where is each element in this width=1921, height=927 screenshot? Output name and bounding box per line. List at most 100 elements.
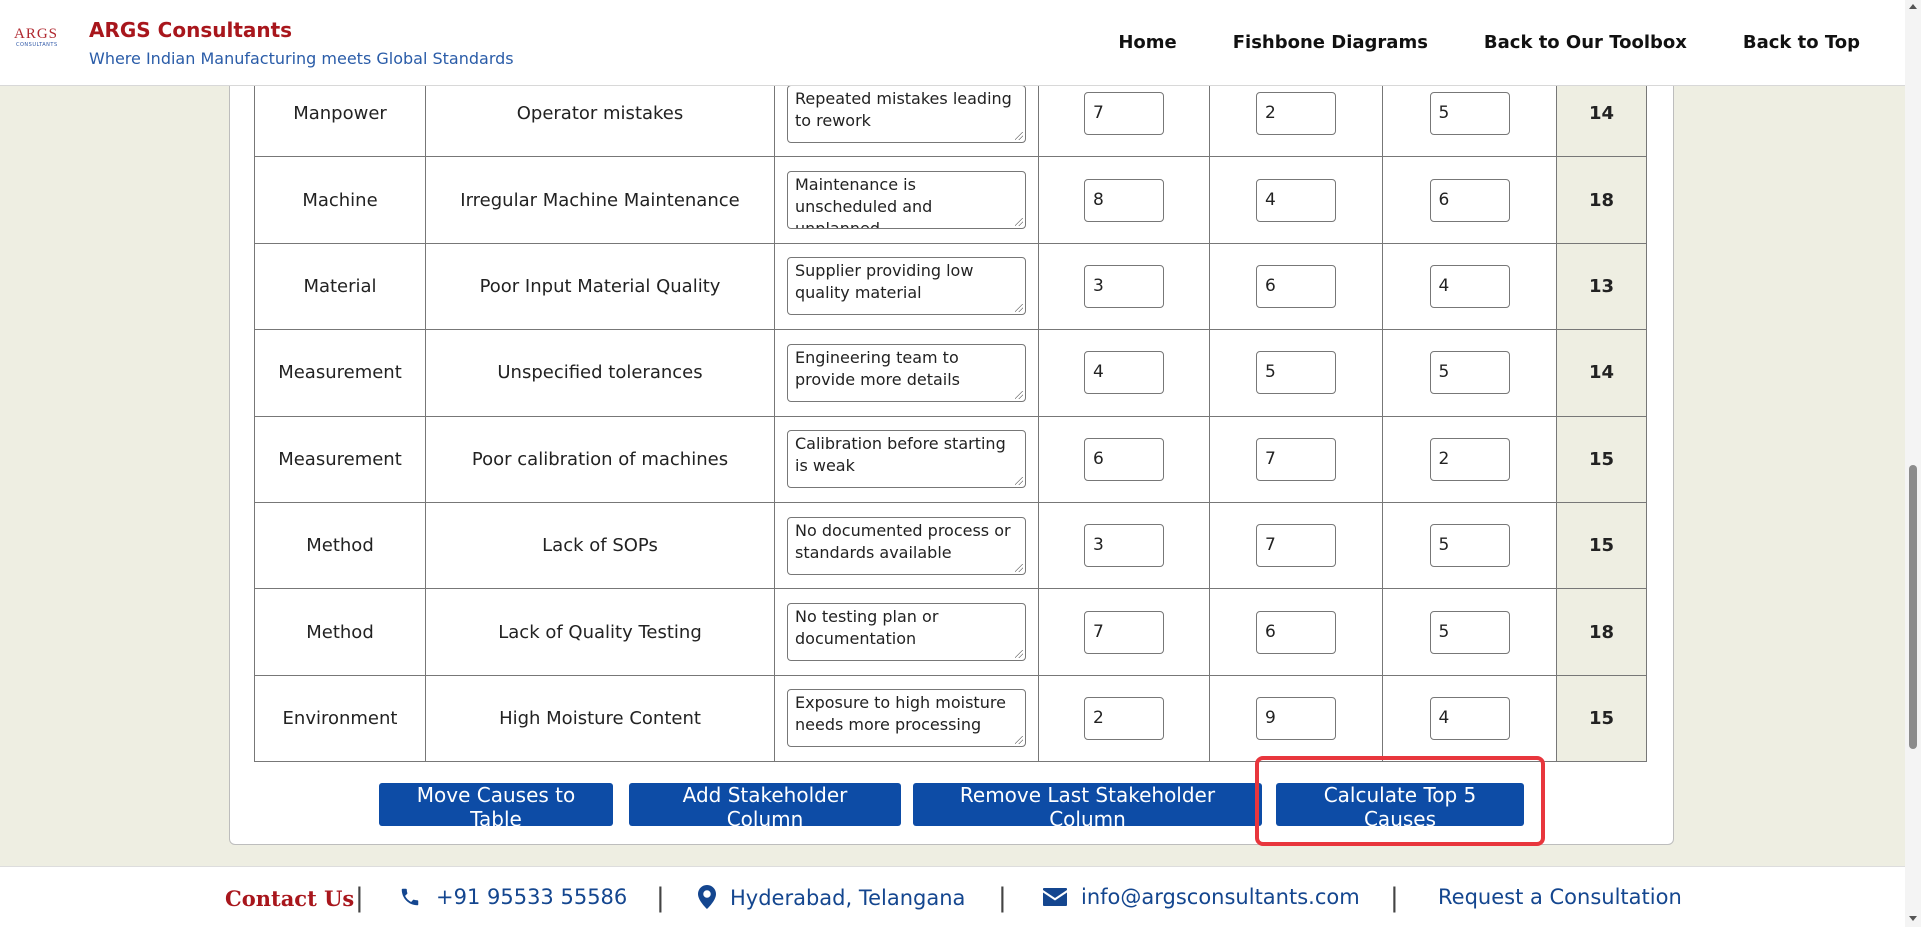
- stakeholder-1-score-input[interactable]: 8: [1084, 178, 1164, 222]
- stakeholder-2-score-input[interactable]: 5: [1256, 351, 1336, 395]
- table-row: Material Poor Input Material Quality Suppl…: [254, 242, 1647, 331]
- category-cell: Environment: [254, 674, 426, 763]
- table-row: Environment High Moisture Content Exposure…: [254, 674, 1647, 763]
- stakeholder-1-score-input[interactable]: 4: [1084, 351, 1164, 395]
- table-row: Machine Irregular Machine Maintenance Main…: [254, 156, 1647, 244]
- stakeholder-1-score-input[interactable]: 3: [1084, 524, 1164, 568]
- location-text: Hyderabad, Telangana: [730, 886, 966, 910]
- stakeholder-3-score-input[interactable]: 2: [1429, 437, 1510, 481]
- total-score-cell: 15: [1556, 415, 1647, 503]
- scroll-thumb[interactable]: [1909, 465, 1917, 749]
- stakeholder-2-score-input[interactable]: 6: [1256, 610, 1336, 654]
- phone-icon: [401, 888, 419, 906]
- email-text: info@argsconsultants.com: [1081, 885, 1360, 909]
- description-textarea[interactable]: No documented process or standards avail…: [787, 516, 1026, 575]
- stakeholder-2-cell: 5: [1209, 329, 1383, 417]
- description-cell: No testing plan or documentation: [774, 588, 1039, 676]
- stakeholder-3-score-input[interactable]: 5: [1429, 351, 1510, 395]
- description-cell: Maintenance is unscheduled and unplanned: [774, 156, 1039, 244]
- stakeholder-2-score-input[interactable]: 2: [1256, 92, 1336, 136]
- stakeholder-1-score-input[interactable]: 2: [1084, 696, 1164, 740]
- stakeholder-2-cell: 7: [1209, 415, 1383, 503]
- separator: |: [355, 883, 364, 913]
- stakeholder-1-cell: 4: [1038, 329, 1210, 417]
- main-nav: Home Fishbone Diagrams Back to Our Toolb…: [1118, 32, 1860, 53]
- stakeholder-3-cell: 4: [1382, 674, 1557, 763]
- total-score-cell: 15: [1556, 674, 1647, 763]
- category-cell: Method: [254, 588, 426, 676]
- request-consultation-link[interactable]: Request a Consultation: [1438, 885, 1682, 909]
- stakeholder-1-cell: 3: [1038, 501, 1210, 590]
- category-cell: Measurement: [254, 415, 426, 503]
- highlight-box: [1255, 756, 1545, 846]
- stakeholder-2-score-input[interactable]: 7: [1256, 437, 1336, 481]
- cause-cell: Lack of Quality Testing: [425, 588, 775, 676]
- phone-number: +91 95533 55586: [436, 885, 628, 909]
- description-textarea[interactable]: Exposure to high moisture needs more pro…: [787, 689, 1026, 748]
- total-score-cell: 13: [1556, 242, 1647, 331]
- description-textarea[interactable]: Supplier providing low quality material: [787, 257, 1026, 316]
- stakeholder-1-cell: 2: [1038, 674, 1210, 763]
- category-cell: Measurement: [254, 329, 426, 417]
- description-textarea[interactable]: Engineering team to provide more details: [787, 343, 1026, 402]
- stakeholder-3-cell: 4: [1382, 242, 1557, 331]
- stakeholder-2-score-input[interactable]: 7: [1256, 524, 1336, 568]
- stakeholder-1-cell: 3: [1038, 242, 1210, 331]
- description-textarea[interactable]: No testing plan or documentation: [787, 603, 1026, 662]
- stakeholder-2-cell: 4: [1209, 156, 1383, 244]
- stakeholder-2-score-input[interactable]: 6: [1256, 264, 1336, 308]
- stakeholder-1-cell: 8: [1038, 156, 1210, 244]
- brand-name[interactable]: ARGS Consultants: [89, 18, 292, 42]
- total-score-cell: 18: [1556, 156, 1647, 244]
- contact-us-label: Contact Us: [225, 886, 355, 911]
- location-pin-icon: [698, 885, 716, 909]
- stakeholder-2-score-input[interactable]: 9: [1256, 696, 1336, 740]
- logo-subtext: CONSULTANTS: [16, 42, 58, 48]
- description-textarea[interactable]: Calibration before starting is weak: [787, 430, 1026, 489]
- args-logo[interactable]: ARGS CONSULTANTS: [14, 27, 68, 49]
- scroll-up-arrow-icon[interactable]: [1909, 4, 1917, 9]
- cause-cell: High Moisture Content: [425, 674, 775, 763]
- stakeholder-3-cell: 5: [1382, 588, 1557, 676]
- location-link[interactable]: Hyderabad, Telangana: [698, 885, 965, 910]
- stakeholder-3-score-input[interactable]: 5: [1429, 92, 1510, 136]
- stakeholder-3-score-input[interactable]: 4: [1429, 264, 1510, 308]
- description-textarea[interactable]: Repeated mistakes leading to rework: [787, 84, 1026, 143]
- total-score-cell: 15: [1556, 501, 1647, 590]
- category-cell: Material: [254, 242, 426, 331]
- stakeholder-2-score-input[interactable]: 4: [1256, 178, 1336, 222]
- stakeholder-3-cell: 5: [1382, 329, 1557, 417]
- description-cell: Exposure to high moisture needs more pro…: [774, 674, 1039, 763]
- table-row: Method Lack of SOPs No documented process …: [254, 501, 1647, 590]
- category-cell: Machine: [254, 156, 426, 244]
- stakeholder-3-score-input[interactable]: 4: [1429, 696, 1510, 740]
- description-cell: Supplier providing low quality material: [774, 242, 1039, 331]
- description-cell: No documented process or standards avail…: [774, 501, 1039, 590]
- page-scrollbar[interactable]: [1905, 0, 1921, 927]
- stakeholder-1-score-input[interactable]: 7: [1084, 610, 1164, 654]
- stakeholder-2-cell: 6: [1209, 588, 1383, 676]
- nav-fishbone-diagrams[interactable]: Fishbone Diagrams: [1233, 32, 1428, 53]
- stakeholder-1-score-input[interactable]: 6: [1084, 437, 1164, 481]
- envelope-icon: [1043, 888, 1067, 906]
- stakeholder-3-score-input[interactable]: 5: [1429, 610, 1510, 654]
- move-causes-button[interactable]: Move Causes to Table: [379, 783, 613, 831]
- add-stakeholder-button[interactable]: Add Stakeholder Column: [629, 783, 901, 831]
- phone-link[interactable]: +91 95533 55586: [398, 885, 627, 909]
- stakeholder-3-score-input[interactable]: 5: [1429, 524, 1510, 568]
- stakeholder-1-score-input[interactable]: 7: [1084, 92, 1164, 136]
- stakeholder-3-score-input[interactable]: 6: [1429, 178, 1510, 222]
- scroll-down-arrow-icon[interactable]: [1909, 916, 1917, 921]
- stakeholder-1-score-input[interactable]: 3: [1084, 264, 1164, 308]
- description-textarea[interactable]: Maintenance is unscheduled and unplanned: [787, 171, 1026, 230]
- site-footer: Contact Us | +91 95533 55586 | Hyderabad…: [0, 866, 1905, 927]
- remove-stakeholder-button[interactable]: Remove Last Stakeholder Column: [913, 783, 1262, 831]
- nav-home[interactable]: Home: [1118, 32, 1176, 53]
- nav-back-to-top[interactable]: Back to Top: [1743, 32, 1860, 53]
- table-row: Measurement Poor calibration of machines C…: [254, 415, 1647, 503]
- email-link[interactable]: info@argsconsultants.com: [1043, 885, 1360, 909]
- nav-back-to-toolbox[interactable]: Back to Our Toolbox: [1484, 32, 1687, 53]
- stakeholder-3-cell: 2: [1382, 415, 1557, 503]
- causes-table: Manpower Operator mistakes Repeated mistak…: [254, 69, 1647, 763]
- cause-cell: Unspecified tolerances: [425, 329, 775, 417]
